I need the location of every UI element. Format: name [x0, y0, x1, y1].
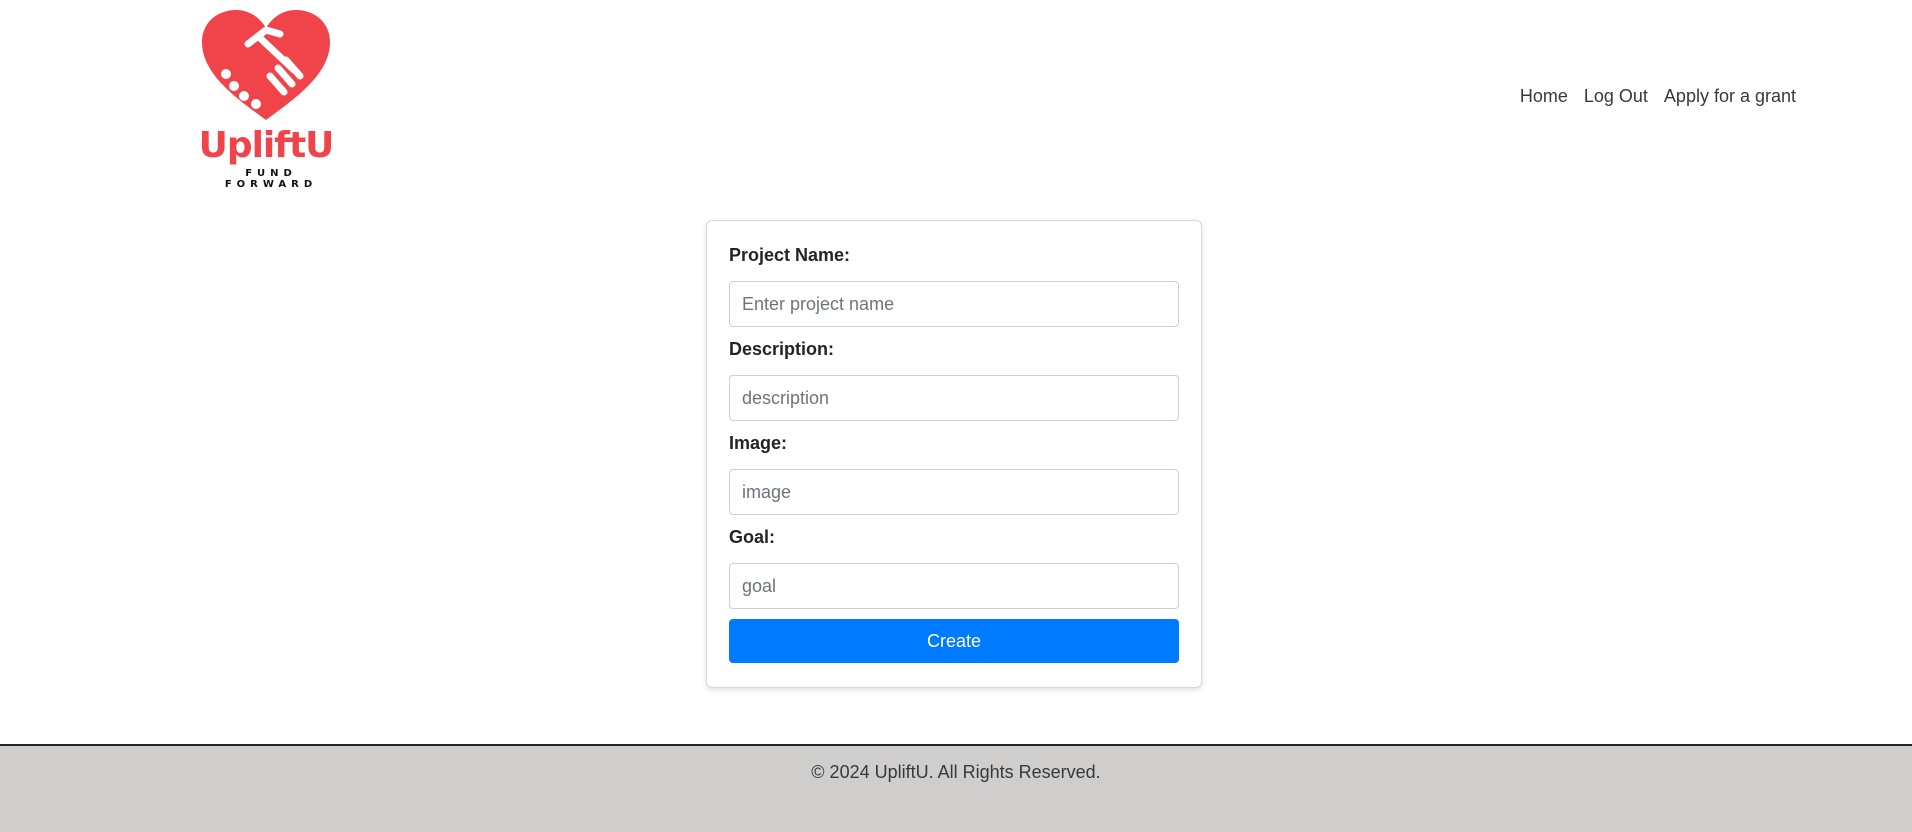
- page: UpliftU FUND FORWARD Home Log Out Apply …: [0, 0, 1912, 832]
- nav-link-home[interactable]: Home: [1512, 84, 1576, 108]
- nav-link-log-out[interactable]: Log Out: [1576, 84, 1656, 108]
- brand-tagline-line1: FUND: [245, 168, 297, 179]
- nav-link-apply-for-grant[interactable]: Apply for a grant: [1656, 84, 1804, 108]
- image-input[interactable]: [729, 469, 1179, 515]
- description-label: Description:: [729, 339, 835, 359]
- goal-label: Goal:: [729, 527, 776, 547]
- create-project-form: Project Name: Description: Image: Goal: …: [706, 220, 1202, 688]
- project-name-input[interactable]: [729, 281, 1179, 327]
- copyright-text: © 2024 UpliftU. All Rights Reserved.: [811, 762, 1101, 782]
- brand-tagline-line2: FORWARD: [224, 179, 318, 190]
- brand-logo[interactable]: UpliftU FUND FORWARD: [196, 8, 336, 192]
- brand-name: UpliftU: [198, 125, 335, 166]
- heart-handshake-icon: [202, 10, 330, 120]
- create-button[interactable]: Create: [729, 619, 1179, 663]
- image-label: Image:: [729, 433, 788, 453]
- goal-input[interactable]: [729, 563, 1179, 609]
- site-footer: © 2024 UpliftU. All Rights Reserved.: [0, 744, 1912, 832]
- project-name-label: Project Name:: [729, 245, 851, 265]
- site-header: UpliftU FUND FORWARD Home Log Out Apply …: [0, 0, 1912, 200]
- description-input[interactable]: [729, 375, 1179, 421]
- main-nav: Home Log Out Apply for a grant: [1512, 84, 1804, 108]
